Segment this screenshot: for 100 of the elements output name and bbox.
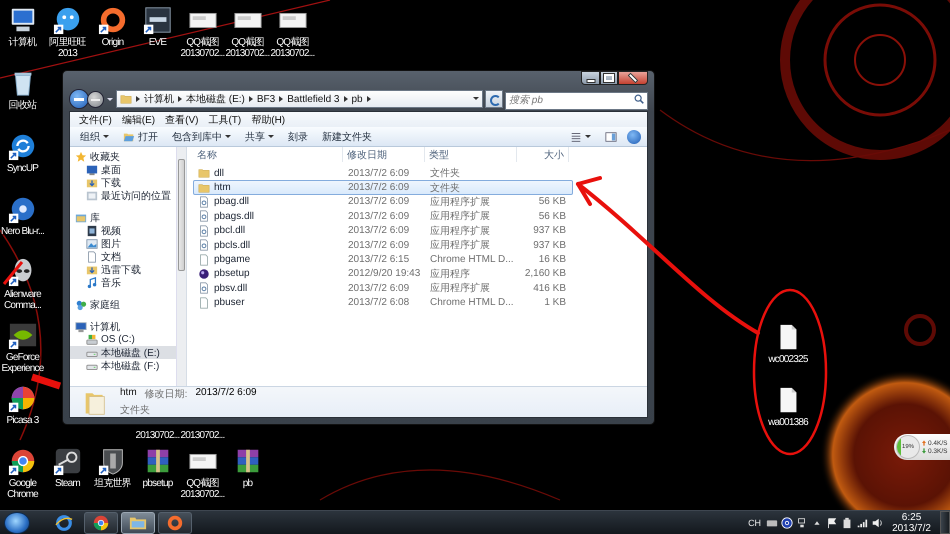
icon-label[interactable]: QQ截图 20130702... xyxy=(180,478,225,500)
column-header[interactable]: 类型 xyxy=(425,147,517,162)
menu-item[interactable]: 工具(T) xyxy=(205,112,244,126)
toolbar-button[interactable]: 共享 xyxy=(241,128,278,145)
icon-label[interactable]: Picasa 3 xyxy=(0,415,45,426)
forward-button[interactable] xyxy=(87,90,104,108)
icon-label[interactable]: 计算机 xyxy=(0,37,45,48)
toolbar-button[interactable]: 新建文件夹 xyxy=(318,128,376,145)
taskbar-button[interactable] xyxy=(121,512,155,534)
back-button[interactable] xyxy=(69,89,89,109)
icon-label[interactable]: QQ截图 20130702... xyxy=(225,37,270,59)
nav-item[interactable]: 本地磁盘 (E:) xyxy=(70,346,176,359)
icon-label[interactable]: GeForce Experience xyxy=(0,352,45,374)
menu-item[interactable]: 编辑(E) xyxy=(118,112,158,126)
nav-item[interactable]: 图片 xyxy=(70,237,176,250)
icon-label[interactable]: EVE xyxy=(135,37,180,48)
breadcrumb-item[interactable]: BF3 xyxy=(256,94,276,104)
icon-label[interactable]: Nero Blu-r... xyxy=(0,226,45,237)
toolbar-button[interactable]: 包含到库中 xyxy=(168,128,235,145)
toolbar-button[interactable]: 打开 xyxy=(119,128,162,145)
scrollbar[interactable] xyxy=(176,147,186,386)
breadcrumb-item[interactable]: Battlefield 3 xyxy=(287,94,340,104)
caret-icon[interactable] xyxy=(473,97,479,101)
menu-item[interactable]: 文件(F) xyxy=(76,112,115,126)
chevron-icon[interactable] xyxy=(366,96,371,102)
file-row[interactable]: pbsetup 2012/9/20 19:43 应用程序 2,160 KB xyxy=(193,266,573,282)
file-row[interactable]: pbcl.dll 2013/7/2 6:09 应用程序扩展 937 KB xyxy=(193,224,573,238)
breadcrumb-item[interactable]: 计算机 xyxy=(144,92,174,106)
file-row[interactable]: pbgame 2013/7/2 6:15 Chrome HTML D... 16 KB xyxy=(193,252,573,267)
file-row[interactable]: pbsv.dll 2013/7/2 6:09 应用程序扩展 416 KB xyxy=(193,281,573,296)
maximize-button[interactable] xyxy=(600,71,618,85)
taskbar-button[interactable] xyxy=(84,512,118,534)
language-indicator[interactable]: CH xyxy=(746,518,764,528)
nav-item[interactable]: 计算机 xyxy=(70,320,176,333)
flag-icon[interactable] xyxy=(826,516,838,528)
refresh-button[interactable] xyxy=(485,90,503,108)
steam-icon[interactable] xyxy=(52,446,82,476)
icon-label[interactable]: 坦克世界 xyxy=(90,478,135,489)
file-row[interactable]: pbags.dll 2013/7/2 6:09 应用程序扩展 56 KB xyxy=(193,209,573,224)
ring-icon[interactable] xyxy=(98,5,128,35)
breadcrumb-item[interactable]: pb xyxy=(352,94,363,104)
nav-item[interactable]: 视频 xyxy=(70,224,176,237)
gear-file-icon xyxy=(198,282,210,294)
icon-label[interactable]: 20130702... xyxy=(180,430,225,441)
minimize-button[interactable] xyxy=(581,71,600,85)
file-row[interactable]: pbuser 2013/7/2 6:08 Chrome HTML D... 1 KB xyxy=(193,296,573,310)
icon-label[interactable]: pb xyxy=(225,478,270,489)
address-bar[interactable]: 计算机 本地磁盘 (E:) BF3 Battlefield 3 pb xyxy=(116,90,483,108)
chevron-icon[interactable] xyxy=(178,96,182,102)
icon-label[interactable]: Origin xyxy=(90,37,135,48)
nav-item[interactable]: 文档 xyxy=(70,250,176,263)
file-row[interactable]: htm 2013/7/2 6:09 文件夹 xyxy=(193,180,573,195)
battery-icon[interactable] xyxy=(841,516,854,528)
toolbar-button[interactable]: 组织 xyxy=(76,128,113,145)
nav-item[interactable]: 下载 xyxy=(70,176,176,189)
dark-tile-icon[interactable] xyxy=(142,5,172,35)
icon-label[interactable]: Alienware Comma... xyxy=(0,289,45,311)
icon-label[interactable]: SyncUP xyxy=(0,163,45,174)
taskbar-button[interactable] xyxy=(158,512,192,534)
start-button[interactable] xyxy=(4,512,30,534)
clock[interactable]: 6:25 2013/7/2 xyxy=(886,512,937,534)
nav-item[interactable]: 本地磁盘 (F:) xyxy=(70,359,176,372)
icon-label[interactable]: wa001386 xyxy=(760,417,816,428)
toolbar-button[interactable]: 刻录 xyxy=(284,128,312,145)
breadcrumb-item[interactable]: 本地磁盘 (E:) xyxy=(186,92,245,106)
help-button[interactable] xyxy=(627,130,641,144)
nav-item[interactable]: OS (C:) xyxy=(70,333,176,346)
signal-icon[interactable] xyxy=(856,516,868,528)
column-header[interactable]: 名称 xyxy=(193,147,343,162)
menu-item[interactable]: 查看(V) xyxy=(162,112,202,126)
menu-item[interactable]: 帮助(H) xyxy=(248,112,288,126)
icon-label[interactable]: QQ截图 20130702... xyxy=(180,37,225,59)
file-row[interactable]: dll 2013/7/2 6:09 文件夹 xyxy=(193,166,573,180)
icon-label[interactable]: 阿里旺旺 2013 xyxy=(45,37,90,59)
icon-label[interactable]: Google Chrome xyxy=(0,478,45,500)
icon-label[interactable]: Steam xyxy=(45,478,90,489)
nav-item[interactable]: 库 xyxy=(70,211,176,224)
search-field[interactable]: 搜索 pb xyxy=(505,92,648,110)
nav-item[interactable]: 音乐 xyxy=(70,276,176,289)
nav-item[interactable]: 桌面 xyxy=(70,163,176,176)
icon-label[interactable]: QQ截图 20130702... xyxy=(270,37,315,59)
chevron-icon[interactable] xyxy=(248,96,253,102)
nav-item[interactable]: 最近访问的位置 xyxy=(70,189,176,202)
help-icon[interactable] xyxy=(781,516,794,528)
speaker-icon[interactable] xyxy=(871,516,884,528)
file-row[interactable]: pbag.dll 2013/7/2 6:09 应用程序扩展 56 KB xyxy=(193,194,573,210)
column-header[interactable]: 修改日期 xyxy=(343,147,425,162)
nav-item[interactable]: 收藏夹 xyxy=(70,150,176,163)
chevron-icon[interactable] xyxy=(344,96,348,102)
file-row[interactable]: pbcls.dll 2013/7/2 6:09 应用程序扩展 937 KB xyxy=(193,238,573,252)
close-button[interactable] xyxy=(618,71,648,85)
nav-item[interactable]: 迅雷下载 xyxy=(70,263,176,276)
nav-item[interactable]: 家庭组 xyxy=(70,298,176,311)
column-header[interactable]: 大小 xyxy=(517,147,569,162)
chevron-icon[interactable] xyxy=(136,96,140,102)
icon-label[interactable]: 回收站 xyxy=(0,100,45,111)
icon-label[interactable]: wc002325 xyxy=(760,354,816,365)
icon-label[interactable]: pbsetup xyxy=(135,478,180,489)
chevron-icon[interactable] xyxy=(279,96,284,102)
icon-label[interactable]: 20130702... xyxy=(135,430,180,441)
